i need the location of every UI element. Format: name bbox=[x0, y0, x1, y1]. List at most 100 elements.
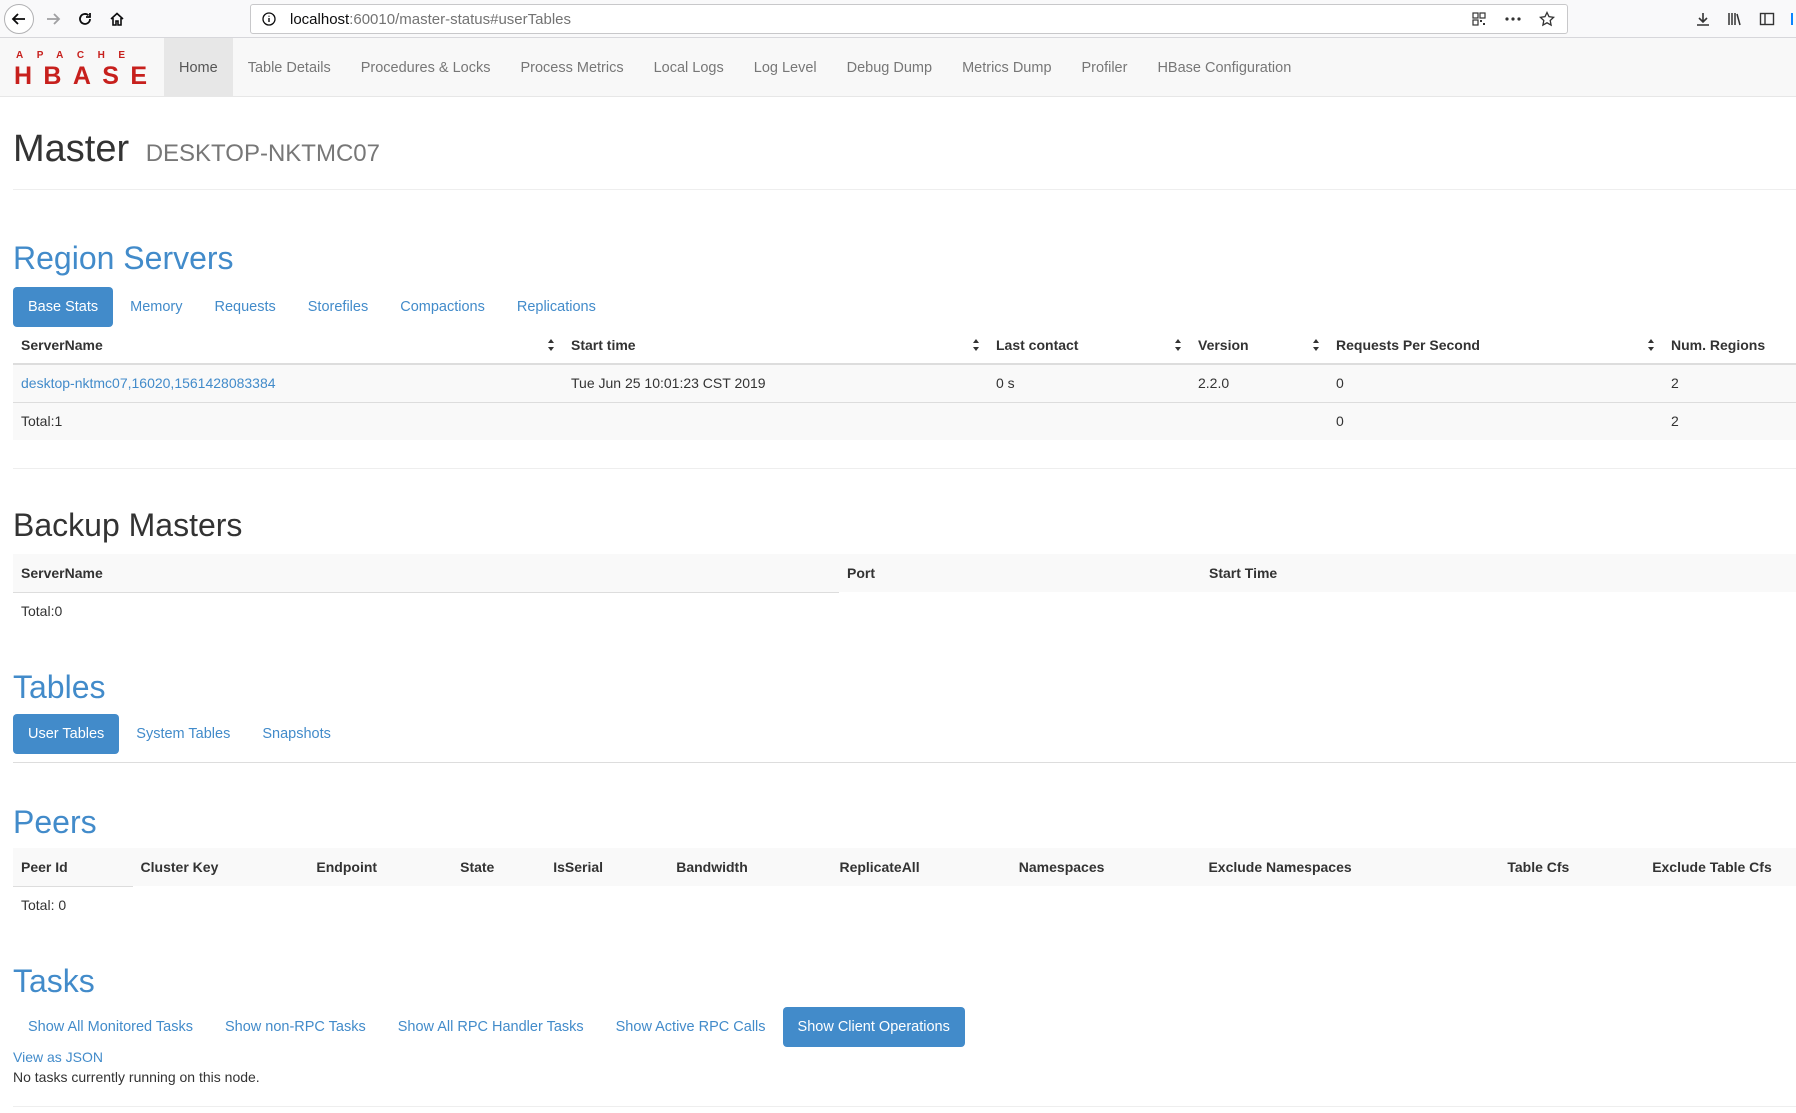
more-actions-icon[interactable] bbox=[1503, 9, 1523, 29]
tasks-tabs: Show All Monitored Tasks Show non-RPC Tas… bbox=[13, 1007, 967, 1047]
version-cell: 2.2.0 bbox=[1190, 364, 1328, 403]
region-servers-heading: Region Servers bbox=[13, 240, 234, 276]
sort-icon bbox=[1648, 339, 1654, 351]
col-endpoint: Endpoint bbox=[308, 848, 453, 886]
tab-show-all-rpc-handler-tasks[interactable]: Show All RPC Handler Tasks bbox=[383, 1007, 599, 1047]
divider bbox=[13, 189, 1796, 190]
page-title: Master DESKTOP-NKTMC07 bbox=[13, 128, 380, 171]
nav-item-log-level[interactable]: Log Level bbox=[739, 38, 832, 97]
col-start-time: Start Time bbox=[1201, 554, 1796, 592]
nav-item-hbase-configuration[interactable]: HBase Configuration bbox=[1142, 38, 1306, 97]
sort-icon bbox=[973, 339, 979, 351]
download-icon[interactable] bbox=[1692, 8, 1714, 30]
col-namespaces: Namespaces bbox=[1010, 848, 1201, 886]
url-host: localhost bbox=[290, 10, 350, 28]
tasks-heading: Tasks bbox=[13, 963, 95, 999]
tab-snapshots[interactable]: Snapshots bbox=[247, 714, 346, 754]
library-icon[interactable] bbox=[1724, 8, 1746, 30]
nav-item-process-metrics[interactable]: Process Metrics bbox=[505, 38, 638, 97]
forward-button[interactable] bbox=[38, 4, 68, 34]
nav-item-home[interactable]: Home bbox=[164, 38, 233, 97]
region-servers-table: ServerName Start time Last contact Versi… bbox=[13, 326, 1796, 440]
qr-code-icon[interactable] bbox=[1469, 9, 1489, 29]
home-button[interactable] bbox=[102, 4, 132, 34]
url-path: :60010/master-status#userTables bbox=[349, 10, 571, 28]
divider bbox=[13, 762, 1796, 763]
sidebar-icon[interactable] bbox=[1756, 8, 1778, 30]
tab-storefiles[interactable]: Storefiles bbox=[293, 287, 383, 327]
col-bandwidth: Bandwidth bbox=[668, 848, 832, 886]
server-link[interactable]: desktop-nktmc07,16020,1561428083384 bbox=[21, 375, 276, 391]
start-time-cell: Tue Jun 25 10:01:23 CST 2019 bbox=[563, 364, 988, 403]
back-button[interactable] bbox=[4, 4, 34, 34]
tab-compactions[interactable]: Compactions bbox=[385, 287, 500, 327]
total-row: Total:1 0 2 bbox=[13, 402, 1796, 440]
total-label: Total: 0 bbox=[13, 885, 133, 924]
total-label: Total:0 bbox=[21, 603, 63, 620]
tasks-status: No tasks currently running on this node. bbox=[13, 1069, 260, 1085]
page-title-text: Master bbox=[13, 128, 130, 170]
col-last-contact[interactable]: Last contact bbox=[988, 326, 1190, 365]
svg-text:APACHE: APACHE bbox=[16, 50, 138, 61]
last-contact-cell: 0 s bbox=[988, 364, 1190, 403]
col-cluster-key: Cluster Key bbox=[132, 848, 309, 886]
sort-icon bbox=[548, 339, 554, 351]
info-icon[interactable] bbox=[260, 10, 278, 28]
tab-memory[interactable]: Memory bbox=[115, 287, 197, 327]
total-regions: 2 bbox=[1663, 402, 1796, 440]
tables-tabs: User Tables System Tables Snapshots bbox=[13, 714, 348, 754]
peers-heading: Peers bbox=[13, 804, 97, 840]
arrow-left-icon bbox=[11, 13, 25, 25]
overflow-icon[interactable] bbox=[1788, 8, 1796, 30]
main-nav: Home Table Details Procedures & Locks Proce… bbox=[164, 38, 1306, 97]
hbase-navbar: APACHE HBASE Home Table Details Procedures… bbox=[0, 38, 1796, 97]
total-rps: 0 bbox=[1328, 402, 1663, 440]
tab-replications[interactable]: Replications bbox=[502, 287, 611, 327]
nav-item-procedures-locks[interactable]: Procedures & Locks bbox=[346, 38, 506, 97]
nav-item-profiler[interactable]: Profiler bbox=[1067, 38, 1143, 97]
nav-item-table-details[interactable]: Table Details bbox=[233, 38, 346, 97]
tab-user-tables[interactable]: User Tables bbox=[13, 714, 120, 754]
home-icon bbox=[110, 12, 124, 26]
col-num-regions[interactable]: Num. Regions bbox=[1663, 326, 1796, 365]
browser-toolbar: localhost:60010/master-status#userTables bbox=[0, 0, 1796, 38]
svg-text:HBASE: HBASE bbox=[14, 62, 148, 88]
col-servername[interactable]: ServerName bbox=[13, 326, 563, 365]
col-servername: ServerName bbox=[13, 554, 839, 593]
tab-show-all-monitored-tasks[interactable]: Show All Monitored Tasks bbox=[13, 1007, 208, 1047]
sort-icon bbox=[1175, 339, 1181, 351]
col-start-time[interactable]: Start time bbox=[563, 326, 988, 365]
page-subtitle: DESKTOP-NKTMC07 bbox=[145, 140, 380, 167]
col-requests-per-second[interactable]: Requests Per Second bbox=[1328, 326, 1663, 365]
col-exclude-table-cfs: Exclude Table Cfs bbox=[1644, 848, 1796, 886]
reload-button[interactable] bbox=[70, 4, 100, 34]
url-bar[interactable]: localhost:60010/master-status#userTables bbox=[250, 4, 1568, 34]
apache-hbase-logo[interactable]: APACHE HBASE bbox=[14, 48, 150, 88]
col-port: Port bbox=[839, 554, 1201, 592]
tab-show-non-rpc-tasks[interactable]: Show non-RPC Tasks bbox=[210, 1007, 381, 1047]
tab-system-tables[interactable]: System Tables bbox=[121, 714, 245, 754]
nav-item-metrics-dump[interactable]: Metrics Dump bbox=[947, 38, 1066, 97]
tab-base-stats[interactable]: Base Stats bbox=[13, 287, 114, 327]
view-as-json-link[interactable]: View as JSON bbox=[13, 1049, 103, 1065]
total-label: Total:1 bbox=[13, 402, 563, 440]
backup-masters-table: ServerName Port Start Time Total:0 bbox=[13, 554, 1796, 630]
region-servers-tabs: Base Stats Memory Requests Storefiles Compac… bbox=[13, 287, 613, 327]
peers-table: Peer Id Cluster Key Endpoint State IsSerial B… bbox=[13, 848, 1796, 924]
divider bbox=[13, 1106, 1796, 1107]
regions-cell: 2 bbox=[1663, 364, 1796, 403]
rps-cell: 0 bbox=[1328, 364, 1663, 403]
col-peer-id: Peer Id bbox=[13, 848, 133, 887]
tab-show-client-operations[interactable]: Show Client Operations bbox=[782, 1007, 965, 1047]
col-table-cfs: Table Cfs bbox=[1499, 848, 1645, 886]
col-exclude-namespaces: Exclude Namespaces bbox=[1200, 848, 1500, 886]
reload-icon bbox=[79, 13, 91, 25]
tab-show-active-rpc-calls[interactable]: Show Active RPC Calls bbox=[601, 1007, 781, 1047]
col-version[interactable]: Version bbox=[1190, 326, 1328, 365]
tab-requests[interactable]: Requests bbox=[200, 287, 291, 327]
nav-item-local-logs[interactable]: Local Logs bbox=[639, 38, 739, 97]
col-isserial: IsSerial bbox=[545, 848, 669, 886]
tables-heading: Tables bbox=[13, 669, 106, 705]
bookmark-star-icon[interactable] bbox=[1537, 9, 1557, 29]
nav-item-debug-dump[interactable]: Debug Dump bbox=[832, 38, 947, 97]
